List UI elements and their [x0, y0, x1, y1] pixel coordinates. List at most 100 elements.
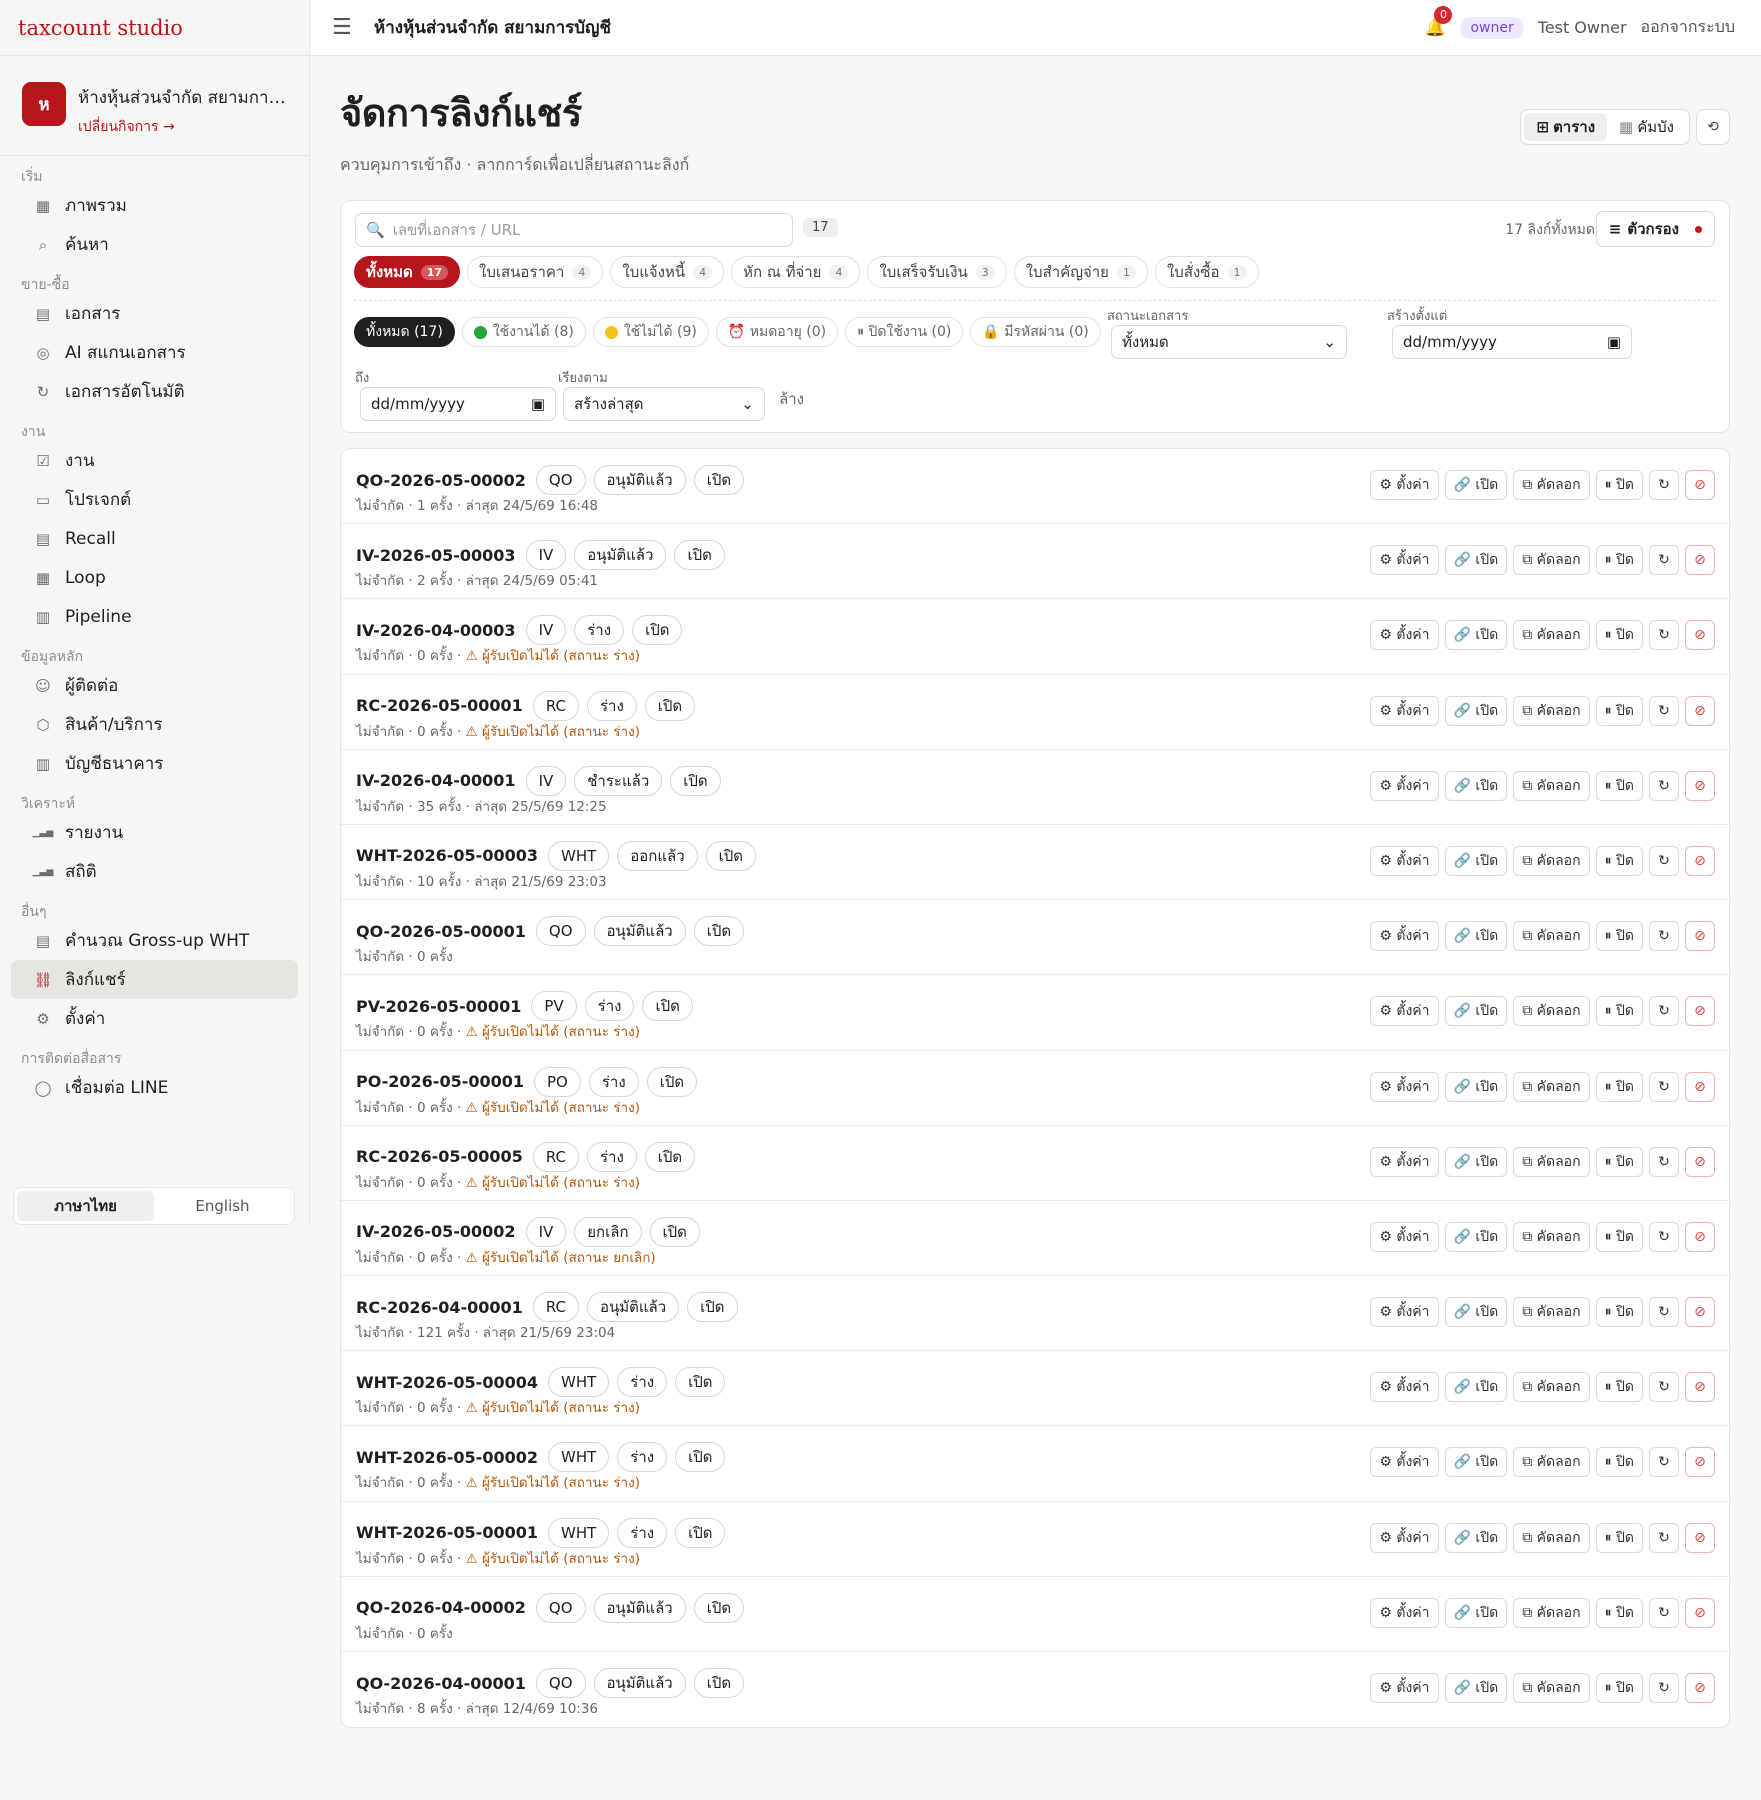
open-link-button[interactable]: 🔗 เปิด [1444, 1522, 1508, 1553]
document-number[interactable]: RC-2026-05-00001 [356, 696, 523, 715]
revoke-icon[interactable]: ⊘ [1685, 470, 1715, 500]
regenerate-icon[interactable]: ↻ [1649, 695, 1679, 726]
revoke-icon[interactable]: ⊘ [1685, 921, 1715, 952]
regenerate-icon[interactable]: ↻ [1649, 770, 1679, 801]
document-number[interactable]: IV-2026-04-00003 [356, 621, 516, 640]
menu-icon[interactable]: ☰ [332, 15, 358, 40]
disable-link-button[interactable]: ⏸ ปิด [1595, 1297, 1643, 1328]
disable-link-button[interactable]: ⏸ ปิด [1595, 1372, 1643, 1403]
brand-logo[interactable]: taxcount studio [0, 0, 309, 56]
copy-link-button[interactable]: ⧉ คัดลอก [1513, 1372, 1590, 1403]
lang-english-button[interactable]: English [154, 1191, 291, 1221]
revoke-icon[interactable]: ⊘ [1685, 1522, 1715, 1553]
copy-link-button[interactable]: ⧉ คัดลอก [1513, 921, 1590, 952]
sidebar-item[interactable]: ▁▃▅ สถิติ [11, 852, 298, 891]
settings-button[interactable]: ⚙ ตั้งค่า [1370, 1447, 1439, 1478]
regenerate-icon[interactable]: ↻ [1649, 1597, 1679, 1628]
revoke-icon[interactable]: ⊘ [1685, 1146, 1715, 1177]
settings-button[interactable]: ⚙ ตั้งค่า [1370, 545, 1439, 576]
open-link-button[interactable]: 🔗 เปิด [1444, 1372, 1508, 1403]
open-link-button[interactable]: 🔗 เปิด [1444, 1597, 1508, 1628]
refresh-button[interactable]: ⟲ [1696, 109, 1730, 145]
copy-link-button[interactable]: ⧉ คัดลอก [1513, 1071, 1590, 1102]
settings-button[interactable]: ⚙ ตั้งค่า [1370, 1221, 1439, 1252]
open-link-button[interactable]: 🔗 เปิด [1444, 470, 1508, 500]
disable-link-button[interactable]: ⏸ ปิด [1595, 1146, 1643, 1177]
sidebar-item[interactable]: ▭ โปรเจกต์ [11, 480, 298, 519]
copy-link-button[interactable]: ⧉ คัดลอก [1513, 1673, 1590, 1703]
revoke-icon[interactable]: ⊘ [1685, 845, 1715, 876]
open-link-button[interactable]: 🔗 เปิด [1444, 545, 1508, 576]
copy-link-button[interactable]: ⧉ คัดลอก [1513, 1146, 1590, 1177]
revoke-icon[interactable]: ⊘ [1685, 1221, 1715, 1252]
revoke-icon[interactable]: ⊘ [1685, 996, 1715, 1027]
document-number[interactable]: IV-2026-05-00002 [356, 1222, 516, 1241]
bell-icon[interactable]: 🔔 0 [1424, 5, 1453, 38]
settings-button[interactable]: ⚙ ตั้งค่า [1370, 470, 1439, 500]
disable-link-button[interactable]: ⏸ ปิด [1595, 620, 1643, 651]
revoke-icon[interactable]: ⊘ [1685, 1071, 1715, 1102]
document-number[interactable]: IV-2026-04-00001 [356, 771, 516, 790]
regenerate-icon[interactable]: ↻ [1649, 845, 1679, 876]
sidebar-item[interactable]: ▦ Loop [11, 558, 298, 597]
open-link-button[interactable]: 🔗 เปิด [1444, 695, 1508, 726]
revoke-icon[interactable]: ⊘ [1685, 620, 1715, 651]
sidebar-item[interactable]: ▤ Recall [11, 519, 298, 558]
copy-link-button[interactable]: ⧉ คัดลอก [1513, 1221, 1590, 1252]
doc-type-tab[interactable]: ทั้งหมด 17 [354, 256, 461, 288]
settings-button[interactable]: ⚙ ตั้งค่า [1370, 1597, 1439, 1628]
disable-link-button[interactable]: ⏸ ปิด [1595, 1447, 1643, 1478]
regenerate-icon[interactable]: ↻ [1649, 1522, 1679, 1553]
clear-filters-button[interactable]: ล้าง [779, 387, 804, 411]
settings-button[interactable]: ⚙ ตั้งค่า [1370, 1146, 1439, 1177]
copy-link-button[interactable]: ⧉ คัดลอก [1513, 1522, 1590, 1553]
filter-button[interactable]: ≡ ตัวกรอง [1595, 211, 1715, 247]
document-number[interactable]: QO-2026-05-00001 [356, 922, 526, 941]
settings-button[interactable]: ⚙ ตั้งค่า [1370, 1372, 1439, 1403]
user-name[interactable]: Test Owner [1538, 18, 1627, 37]
regenerate-icon[interactable]: ↻ [1649, 921, 1679, 952]
regenerate-icon[interactable]: ↻ [1649, 1673, 1679, 1703]
sort-select[interactable]: สร้างล่าสุด ⌄ [563, 387, 765, 421]
sidebar-item[interactable]: ⌕ ค้นหา [11, 225, 298, 264]
revoke-icon[interactable]: ⊘ [1685, 1673, 1715, 1703]
document-number[interactable]: QO-2026-04-00002 [356, 1598, 526, 1617]
copy-link-button[interactable]: ⧉ คัดลอก [1513, 695, 1590, 726]
settings-button[interactable]: ⚙ ตั้งค่า [1370, 1522, 1439, 1553]
open-link-button[interactable]: 🔗 เปิด [1444, 1221, 1508, 1252]
document-number[interactable]: RC-2026-05-00005 [356, 1147, 523, 1166]
logout-link[interactable]: ออกจากระบบ [1641, 15, 1735, 40]
disable-link-button[interactable]: ⏸ ปิด [1595, 1221, 1643, 1252]
regenerate-icon[interactable]: ↻ [1649, 545, 1679, 576]
revoke-icon[interactable]: ⊘ [1685, 545, 1715, 576]
sidebar-item[interactable]: ↻ เอกสารอัตโนมัติ [11, 372, 298, 411]
disable-link-button[interactable]: ⏸ ปิด [1595, 921, 1643, 952]
copy-link-button[interactable]: ⧉ คัดลอก [1513, 845, 1590, 876]
copy-link-button[interactable]: ⧉ คัดลอก [1513, 770, 1590, 801]
open-link-button[interactable]: 🔗 เปิด [1444, 1146, 1508, 1177]
disable-link-button[interactable]: ⏸ ปิด [1595, 1071, 1643, 1102]
open-link-button[interactable]: 🔗 เปิด [1444, 770, 1508, 801]
document-number[interactable]: QO-2026-04-00001 [356, 1674, 526, 1693]
sidebar-item[interactable]: ▥ บัญชีธนาคาร [11, 744, 298, 783]
settings-button[interactable]: ⚙ ตั้งค่า [1370, 1297, 1439, 1328]
view-table-button[interactable]: ⊞ ตาราง [1524, 113, 1608, 141]
disable-link-button[interactable]: ⏸ ปิด [1595, 695, 1643, 726]
settings-button[interactable]: ⚙ ตั้งค่า [1370, 770, 1439, 801]
copy-link-button[interactable]: ⧉ คัดลอก [1513, 1447, 1590, 1478]
lang-thai-button[interactable]: ภาษาไทย [17, 1191, 154, 1221]
revoke-icon[interactable]: ⊘ [1685, 1447, 1715, 1478]
regenerate-icon[interactable]: ↻ [1649, 620, 1679, 651]
sidebar-item[interactable]: ◎ AI สแกนเอกสาร [11, 333, 298, 372]
settings-button[interactable]: ⚙ ตั้งค่า [1370, 620, 1439, 651]
settings-button[interactable]: ⚙ ตั้งค่า [1370, 921, 1439, 952]
open-link-button[interactable]: 🔗 เปิด [1444, 620, 1508, 651]
open-link-button[interactable]: 🔗 เปิด [1444, 921, 1508, 952]
regenerate-icon[interactable]: ↻ [1649, 1447, 1679, 1478]
copy-link-button[interactable]: ⧉ คัดลอก [1513, 545, 1590, 576]
sidebar-item[interactable]: ▥ Pipeline [11, 597, 298, 636]
view-board-button[interactable]: ▦ คัมบัง [1607, 113, 1686, 141]
disable-link-button[interactable]: ⏸ ปิด [1595, 1673, 1643, 1703]
sidebar-item[interactable]: ⛓ ลิงก์แชร์ [11, 960, 298, 999]
document-number[interactable]: PV-2026-05-00001 [356, 997, 521, 1016]
